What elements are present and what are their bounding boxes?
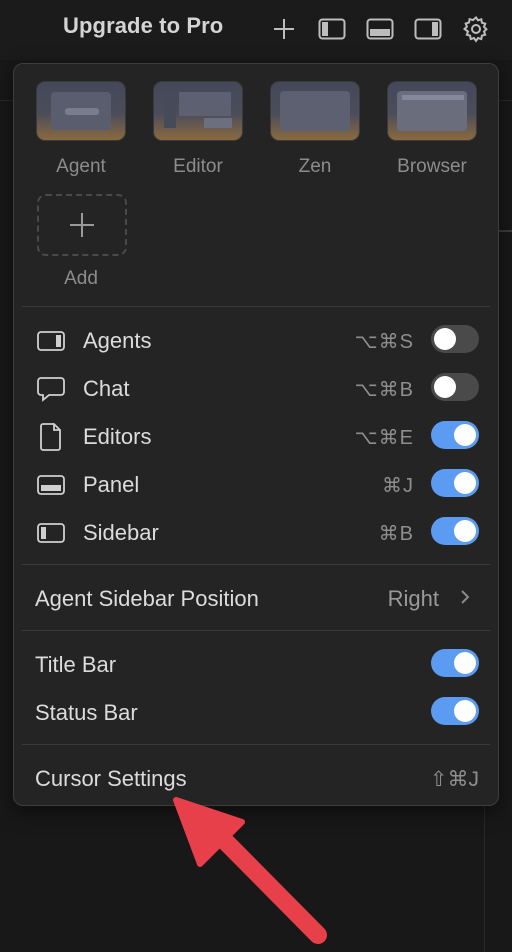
shortcut-editors: ⌥⌘E bbox=[354, 427, 414, 449]
add-layout-button[interactable] bbox=[37, 194, 127, 256]
toggle-label-agents: Agents bbox=[83, 328, 152, 353]
toggle-label-sidebar: Sidebar bbox=[83, 520, 159, 545]
toggle-switch-title-bar[interactable] bbox=[431, 649, 479, 677]
menu-divider bbox=[22, 564, 490, 565]
layout-menu-popup: Agent Editor Zen Browser Add Agents ⌥⌘S bbox=[13, 63, 499, 806]
sidebar-icon bbox=[36, 520, 66, 546]
shortcut-sidebar: ⌘B bbox=[378, 523, 414, 545]
toggle-label-chat: Chat bbox=[83, 376, 130, 401]
toggle-label-panel: Panel bbox=[83, 472, 140, 497]
editor-layout-thumbnail bbox=[153, 81, 243, 141]
agent-layout-thumbnail bbox=[36, 81, 126, 141]
agent-sidebar-position-item[interactable]: Agent Sidebar Position Right bbox=[14, 578, 500, 618]
background-scroll-edge bbox=[498, 230, 512, 232]
toggle-switch-agents[interactable] bbox=[431, 325, 479, 353]
menu-divider bbox=[22, 744, 490, 745]
menu-divider bbox=[22, 630, 490, 631]
toggle-label-title-bar: Title Bar bbox=[35, 652, 117, 677]
layout-label-zen: Zen bbox=[298, 156, 332, 177]
toggle-switch-panel[interactable] bbox=[431, 469, 479, 497]
toggle-switch-status-bar[interactable] bbox=[431, 697, 479, 725]
browser-layout-thumbnail bbox=[387, 81, 477, 141]
toggle-switch-sidebar[interactable] bbox=[431, 517, 479, 545]
toggle-row-panel[interactable]: Panel ⌘J bbox=[14, 464, 500, 504]
toggle-panel-icon[interactable] bbox=[365, 14, 395, 44]
cursor-settings-item[interactable]: Cursor Settings ⇧⌘J bbox=[14, 758, 500, 798]
cursor-settings-shortcut: ⇧⌘J bbox=[429, 768, 479, 791]
chat-icon bbox=[36, 376, 66, 402]
toggle-row-status-bar[interactable]: Status Bar bbox=[14, 692, 500, 732]
agents-panel-icon bbox=[36, 328, 66, 354]
layout-label-agent: Agent bbox=[56, 156, 106, 177]
toggle-row-agents[interactable]: Agents ⌥⌘S bbox=[14, 320, 500, 360]
upgrade-to-pro-button[interactable]: Upgrade to Pro bbox=[63, 13, 223, 39]
plus-icon[interactable] bbox=[269, 14, 299, 44]
toggle-row-editors[interactable]: Editors ⌥⌘E bbox=[14, 416, 500, 456]
shortcut-panel: ⌘J bbox=[382, 475, 414, 497]
agent-sidebar-position-value: Right bbox=[387, 586, 439, 611]
shortcut-chat: ⌥⌘B bbox=[354, 379, 414, 401]
agent-sidebar-position-label: Agent Sidebar Position bbox=[35, 586, 259, 611]
layout-label-editor: Editor bbox=[173, 156, 223, 177]
menu-divider bbox=[22, 306, 490, 307]
shortcut-agents: ⌥⌘S bbox=[354, 331, 414, 353]
toggle-row-chat[interactable]: Chat ⌥⌘B bbox=[14, 368, 500, 408]
background-divider-vertical bbox=[484, 806, 485, 952]
toggle-sidebar-right-icon[interactable] bbox=[413, 14, 443, 44]
title-bar: Upgrade to Pro bbox=[0, 0, 512, 60]
plus-icon bbox=[70, 213, 94, 237]
gear-icon[interactable] bbox=[461, 14, 491, 44]
file-icon bbox=[36, 423, 66, 451]
panel-icon bbox=[36, 472, 66, 498]
toggle-switch-editors[interactable] bbox=[431, 421, 479, 449]
chevron-right-icon bbox=[460, 588, 470, 611]
toggle-sidebar-left-icon[interactable] bbox=[317, 14, 347, 44]
toggle-row-sidebar[interactable]: Sidebar ⌘B bbox=[14, 512, 500, 552]
add-layout-label: Add bbox=[64, 268, 98, 289]
toggle-row-title-bar[interactable]: Title Bar bbox=[14, 644, 500, 684]
cursor-settings-label: Cursor Settings bbox=[35, 766, 187, 791]
zen-layout-thumbnail bbox=[270, 81, 360, 141]
toggle-switch-chat[interactable] bbox=[431, 373, 479, 401]
toggle-label-status-bar: Status Bar bbox=[35, 700, 138, 725]
layout-label-browser: Browser bbox=[397, 156, 467, 177]
toggle-label-editors: Editors bbox=[83, 424, 152, 449]
